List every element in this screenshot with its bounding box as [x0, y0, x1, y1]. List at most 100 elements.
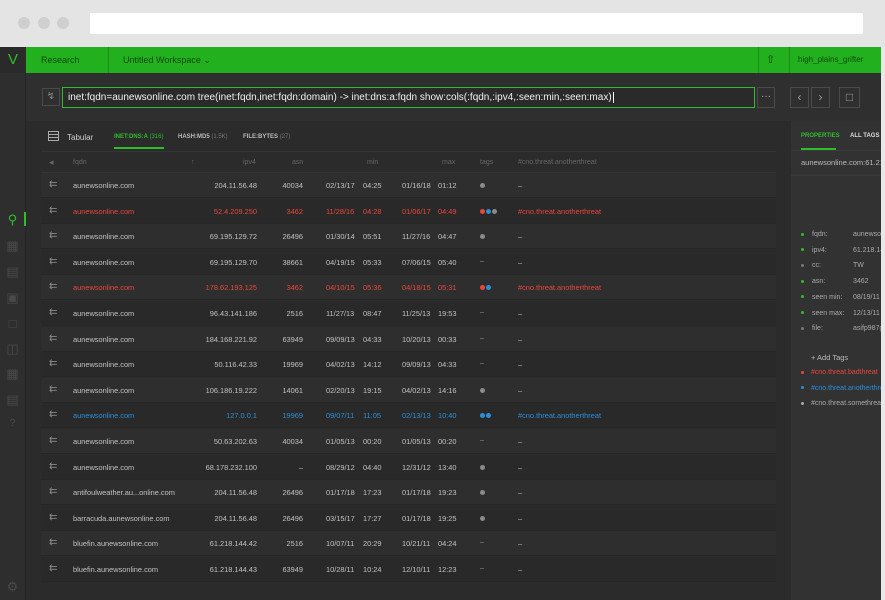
table-row[interactable]: ⇇ aunewsonline.com 184.168.221.92 63949 09/0…: [41, 326, 776, 352]
chart-icon[interactable]: ▣: [5, 291, 20, 305]
table-row[interactable]: ⇇ aunewsonline.com 178.62.193.125 3462 04/10…: [41, 275, 776, 301]
table-row[interactable]: ⇇ antifoulweather.au...online.com 204.11.5…: [41, 480, 776, 506]
tab-properties[interactable]: PROPERTIES: [801, 133, 840, 139]
table-row[interactable]: ⇇ aunewsonline.com 127.0.0.1 19969 09/07/11 1…: [41, 403, 776, 429]
tab-hash-md5[interactable]: HASH:MD5 (1.5K): [178, 134, 228, 140]
table-row[interactable]: ⇇ aunewsonline.com 96.43.141.186 2516 11/27/…: [41, 301, 776, 326]
folder-icon[interactable]: ▦: [5, 239, 20, 253]
table-row[interactable]: ⇇ aunewsonline.com 50.63.202.63 40034 01/05/…: [41, 429, 776, 454]
tag-dot[interactable]: [480, 490, 485, 496]
table-row[interactable]: ⇇ aunewsonline.com 106.186.19.222 14061 02/2…: [41, 377, 776, 403]
table-icon[interactable]: ▤: [5, 265, 20, 279]
back-button[interactable]: ‹: [790, 87, 809, 108]
col-threat[interactable]: #cno.threat.anotherthreat: [518, 159, 597, 166]
tag-dot[interactable]: [486, 413, 491, 419]
pivot-icon[interactable]: ⇇: [49, 409, 61, 421]
tag-item[interactable]: #cno.threat.badthreat: [801, 369, 878, 376]
toggle-panel-button[interactable]: □: [839, 87, 860, 108]
forward-button[interactable]: ›: [811, 87, 830, 108]
tab-file-bytes[interactable]: FILE:BYTES (27): [243, 134, 290, 140]
search-icon[interactable]: ⚲: [5, 213, 20, 227]
cell-asn: 3462: [286, 206, 303, 216]
tag-dot[interactable]: [480, 413, 485, 419]
cell-fqdn: aunewsonline.com: [73, 411, 135, 421]
cell-max-time: 19:25: [438, 513, 457, 523]
pivot-icon[interactable]: ⇇: [49, 281, 61, 293]
window-close-dot[interactable]: [18, 17, 30, 29]
cell-max-time: 04:47: [438, 232, 457, 242]
table-row[interactable]: ⇇ aunewsonline.com 68.178.232.100 – 08/29/12…: [41, 454, 776, 480]
pivot-icon[interactable]: ⇇: [49, 256, 61, 268]
tag-dot[interactable]: [480, 387, 485, 393]
more-options-button[interactable]: ···: [757, 87, 775, 108]
tabular-label[interactable]: Tabular: [67, 133, 93, 142]
tab-inet-dns-a[interactable]: INET:DNS:A (316): [114, 134, 163, 140]
table-row[interactable]: ⇇ aunewsonline.com 50.116.42.33 19969 04/02/…: [41, 352, 776, 378]
table-row[interactable]: ⇇ aunewsonline.com 52.4.209.250 3462 11/28/1…: [41, 198, 776, 224]
pivot-icon[interactable]: ⇇: [49, 461, 61, 473]
sort-icon[interactable]: ↑: [191, 159, 195, 166]
workspace-selector[interactable]: Untitled Workspace ⌄: [123, 55, 211, 66]
table-row[interactable]: ⇇ bluefin.aunewsonline.com 61.218.144.42 25…: [41, 531, 776, 557]
col-ipv4[interactable]: ipv4: [243, 159, 256, 166]
tag-dot[interactable]: [480, 183, 485, 188]
tag-dot[interactable]: [480, 515, 485, 521]
pivot-icon[interactable]: ⇇: [49, 537, 61, 549]
col-fqdn[interactable]: fqdn: [73, 159, 87, 166]
settings-icon[interactable]: ⚙: [5, 580, 20, 594]
document-icon[interactable]: ◫: [5, 342, 20, 356]
tag-dot[interactable]: [492, 208, 497, 214]
cell-min-time: 10:24: [363, 565, 382, 574]
property-value: 3462: [853, 278, 869, 286]
tag-dot[interactable]: [480, 464, 485, 470]
pivot-icon[interactable]: ⇇: [49, 435, 61, 447]
window-zoom-dot[interactable]: [57, 17, 69, 29]
pivot-icon[interactable]: ⇇: [49, 563, 61, 575]
cell-max-date: 07/06/15: [402, 257, 431, 267]
col-max[interactable]: max: [442, 159, 455, 166]
pivot-icon[interactable]: ⇇: [49, 333, 61, 345]
col-asn[interactable]: asn: [292, 159, 303, 166]
pivot-icon[interactable]: ⇇: [49, 307, 61, 319]
pivot-icon[interactable]: ⇇: [49, 358, 61, 370]
tag-dot[interactable]: [486, 208, 491, 214]
tag-item[interactable]: #cno.threat.anotherthreat: [801, 385, 885, 392]
cell-asn: 40034: [282, 437, 303, 446]
add-tags-button[interactable]: + Add Tags: [811, 353, 848, 362]
pivot-icon[interactable]: ⇇: [49, 205, 61, 217]
table-row[interactable]: ⇇ aunewsonline.com 69.195.129.72 26496 01/30…: [41, 224, 776, 250]
share-icon[interactable]: ⇧: [766, 53, 775, 66]
tag-dot[interactable]: [486, 285, 491, 291]
layers-icon[interactable]: □: [5, 317, 20, 331]
tag-item[interactable]: #cno.threat.somethreat: [801, 400, 883, 407]
query-mode-icon[interactable]: ↯: [42, 88, 60, 106]
tag-dot[interactable]: [480, 285, 485, 291]
section-title[interactable]: Research: [41, 55, 80, 65]
table-row[interactable]: ⇇ aunewsonline.com 204.11.56.48 40034 02/13/…: [41, 173, 776, 198]
window-minimize-dot[interactable]: [38, 17, 50, 29]
col-tags[interactable]: tags: [480, 159, 493, 166]
pivot-icon[interactable]: ⇇: [49, 384, 61, 396]
notes-icon[interactable]: ▤: [5, 393, 20, 407]
cell-min-date: 10/07/11: [326, 539, 355, 549]
pivot-icon[interactable]: ⇇: [49, 230, 61, 242]
tag-dot[interactable]: [480, 208, 485, 214]
col-min[interactable]: min: [367, 159, 378, 166]
query-input[interactable]: inet:fqdn=aunewsonline.com tree(inet:fqd…: [62, 87, 755, 108]
table-row[interactable]: ⇇ bluefin.aunewsonline.com 61.218.144.43 63…: [41, 557, 776, 582]
address-bar[interactable]: [90, 13, 863, 34]
table-view-icon[interactable]: [48, 131, 59, 141]
user-name[interactable]: high_plains_grifter: [798, 55, 863, 64]
pivot-icon[interactable]: ⇇: [49, 512, 61, 524]
table-row[interactable]: ⇇ aunewsonline.com 69.195.129.70 38661 04/19…: [41, 249, 776, 275]
cell-min-date: 10/28/11: [326, 565, 355, 574]
help-icon[interactable]: ?: [5, 417, 20, 431]
tag-dot[interactable]: [480, 234, 485, 240]
tab-all-tags[interactable]: ALL TAGS: [850, 133, 879, 139]
graph-icon[interactable]: ▦: [5, 367, 20, 381]
cell-asn: 26496: [282, 488, 303, 498]
pivot-icon[interactable]: ⇇: [49, 179, 61, 191]
logo-icon[interactable]: V: [0, 47, 26, 73]
table-row[interactable]: ⇇ barracuda.aunewsonline.com 204.11.56.48 2…: [41, 505, 776, 531]
pivot-icon[interactable]: ⇇: [49, 486, 61, 498]
